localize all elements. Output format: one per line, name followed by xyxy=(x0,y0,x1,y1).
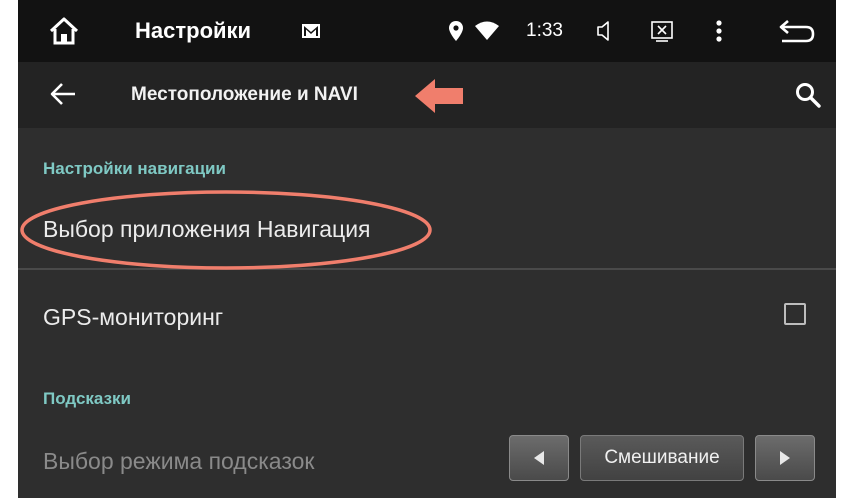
volume-icon[interactable] xyxy=(596,0,614,62)
overflow-menu-icon[interactable] xyxy=(715,0,723,62)
close-window-icon[interactable] xyxy=(650,0,674,62)
android-screen: Настройки 1:33 Местоположение и NAVI Нас… xyxy=(18,0,836,498)
gps-monitoring-checkbox[interactable] xyxy=(784,303,806,325)
wifi-icon xyxy=(475,0,499,62)
section-header-hints: Подсказки xyxy=(43,389,131,408)
page-title: Местоположение и NAVI xyxy=(131,84,358,105)
pref-title: Выбор режима подсказок xyxy=(43,448,315,474)
pref-item-hint-mode: Выбор режима подсказок xyxy=(18,428,488,492)
search-icon[interactable] xyxy=(795,82,821,113)
pref-item-navigation-app[interactable]: Выбор приложения Навигация xyxy=(18,196,836,268)
hint-mode-prev-button[interactable] xyxy=(509,435,569,481)
home-icon[interactable] xyxy=(48,0,80,62)
hint-mode-value: Смешивание xyxy=(580,435,744,481)
hint-mode-next-button[interactable] xyxy=(755,435,815,481)
chevron-left-icon xyxy=(534,451,544,465)
pref-item-gps-monitoring[interactable]: GPS-мониторинг xyxy=(18,272,836,358)
chevron-right-icon xyxy=(780,451,790,465)
status-bar: Настройки 1:33 xyxy=(18,0,836,62)
pref-title: Выбор приложения Навигация xyxy=(43,216,371,242)
gmail-icon xyxy=(301,0,321,62)
divider xyxy=(18,268,836,270)
toolbar: Местоположение и NAVI xyxy=(18,62,836,128)
section-header-navigation: Настройки навигации xyxy=(43,159,226,178)
pref-title: GPS-мониторинг xyxy=(43,304,224,330)
back-arrow-icon[interactable] xyxy=(50,82,76,111)
status-bar-title: Настройки xyxy=(135,18,252,43)
status-bar-time: 1:33 xyxy=(526,20,563,41)
back-icon[interactable] xyxy=(778,0,816,62)
location-icon xyxy=(448,0,464,62)
